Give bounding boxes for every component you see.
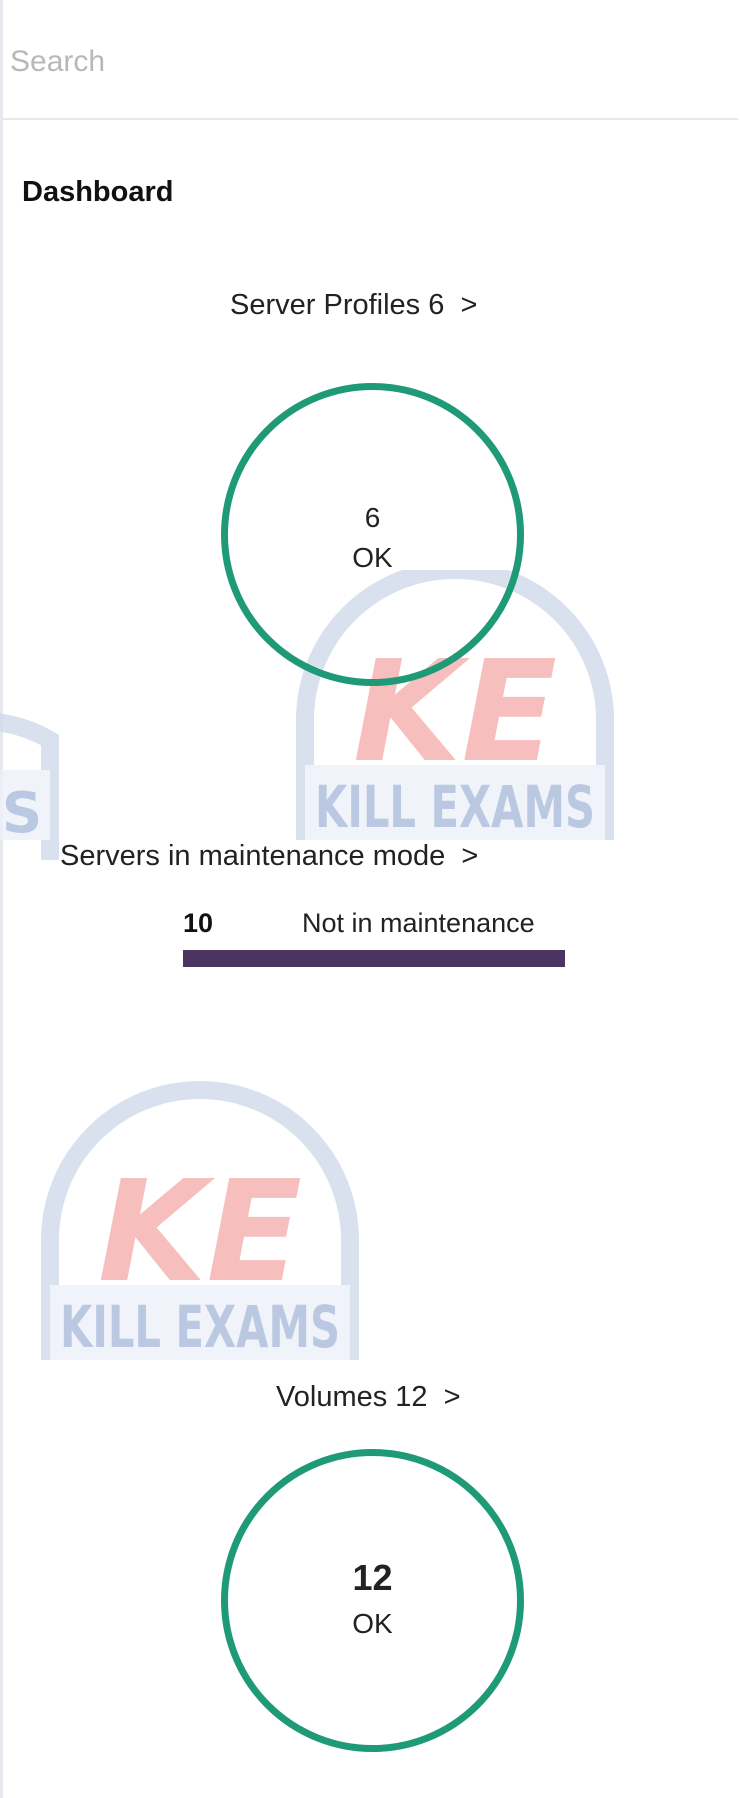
watermark-monogram: KE (98, 1151, 302, 1314)
chevron-right-icon: > (460, 289, 478, 321)
server-profiles-link[interactable]: Server Profiles 6 > (230, 289, 477, 322)
watermark-left-partial: S (0, 713, 59, 860)
volumes-status-ring[interactable]: 12 OK (221, 1449, 524, 1752)
chevron-right-icon: > (443, 1381, 461, 1413)
server-profiles-label: Server Profiles (230, 289, 421, 321)
search-divider (3, 118, 738, 120)
watermark-partial-letter: S (2, 781, 42, 846)
server-profiles-ok-label: OK (352, 542, 393, 573)
watermark-text: KILL EXAMS (315, 773, 595, 841)
volumes-link[interactable]: Volumes 12 > (276, 1381, 461, 1414)
search-bar (0, 20, 738, 120)
volumes-count: 12 (395, 1381, 428, 1413)
watermark-text: KILL EXAMS (60, 1293, 340, 1361)
not-in-maintenance-count: 10 (183, 908, 214, 938)
maintenance-bar (183, 950, 565, 967)
volumes-ok-label: OK (352, 1608, 393, 1639)
not-in-maintenance-label: Not in maintenance (302, 908, 535, 938)
server-profiles-count: 6 (428, 289, 445, 321)
volumes-label: Volumes (276, 1381, 388, 1413)
page-title: Dashboard (22, 176, 174, 208)
watermark-lower: KE KILL EXAMS (41, 1081, 359, 1361)
servers-maintenance-link[interactable]: Servers in maintenance mode > (60, 840, 478, 873)
servers-maintenance-label: Servers in maintenance mode (60, 840, 446, 872)
server-profiles-ok-count: 6 (364, 502, 381, 533)
server-profiles-status-ring[interactable]: 6 OK (221, 383, 524, 686)
volumes-ok-count: 12 (352, 1557, 393, 1598)
search-input[interactable] (10, 42, 650, 82)
left-border (0, 0, 3, 1798)
chevron-right-icon: > (461, 840, 479, 872)
maintenance-bar-fill (183, 950, 565, 967)
